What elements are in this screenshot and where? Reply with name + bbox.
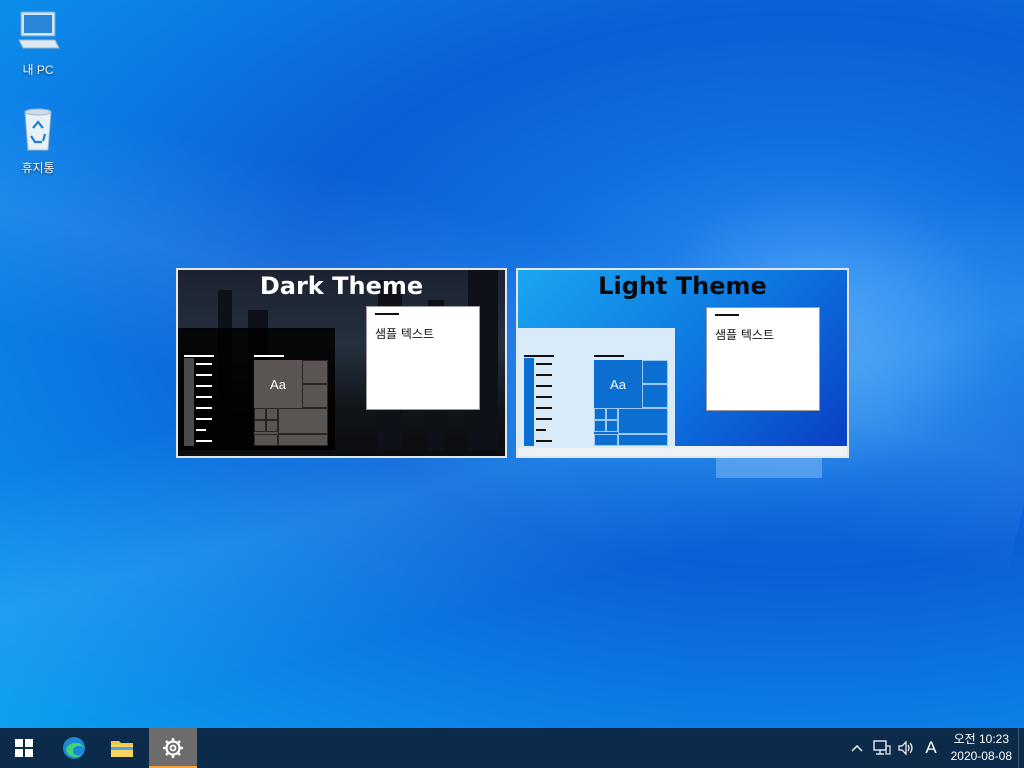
gear-icon: [163, 738, 183, 758]
chevron-up-icon[interactable]: [848, 744, 866, 752]
sample-window: 샘플 텍스트: [366, 306, 480, 410]
start-menu-mockup: Aa: [518, 328, 675, 448]
theme-title: Dark Theme: [259, 272, 424, 300]
tile-group: Aa: [254, 360, 328, 446]
taskbar: A 오전 10:23 2020-08-08: [0, 728, 1024, 768]
network-icon[interactable]: [870, 740, 894, 756]
folder-icon: [111, 741, 133, 757]
sample-text: 샘플 텍스트: [375, 327, 435, 341]
desktop-icon-this-pc[interactable]: 내 PC: [6, 8, 70, 78]
start-menu-mockup: Aa: [178, 328, 335, 450]
drag-shadow: [716, 458, 822, 478]
clock-time: 오전 10:23: [953, 732, 1010, 746]
tile-aa: Aa: [270, 376, 286, 392]
desktop-icon-label: 휴지통: [21, 161, 55, 175]
clock[interactable]: 오전 10:23 2020-08-08: [951, 731, 1012, 765]
settings-taskbar-button[interactable]: [149, 728, 197, 768]
tile-aa: Aa: [610, 376, 626, 392]
desktop: 내 PC 휴지통 Dark Theme Aa 샘플 텍스트 Light Them…: [0, 0, 1024, 728]
sample-text: 샘플 텍스트: [715, 328, 775, 342]
light-theme-preview[interactable]: Light Theme Aa 샘플 텍스트: [516, 268, 849, 458]
desktop-icon-recycle-bin[interactable]: 휴지통: [6, 106, 70, 176]
edge-taskbar-button[interactable]: [50, 728, 98, 768]
start-button[interactable]: [0, 728, 48, 768]
input-method-indicator[interactable]: A: [920, 738, 942, 758]
computer-icon: [18, 11, 60, 49]
show-desktop-button[interactable]: [1018, 728, 1024, 768]
volume-icon[interactable]: [894, 740, 918, 756]
file-explorer-taskbar-button[interactable]: [98, 728, 146, 768]
desktop-icon-label: 내 PC: [22, 63, 54, 77]
sample-window: 샘플 텍스트: [706, 307, 820, 411]
edge-icon: [63, 737, 85, 759]
dark-theme-preview[interactable]: Dark Theme Aa 샘플 텍스트: [176, 268, 507, 458]
clock-date: 2020-08-08: [950, 749, 1012, 763]
windows-logo-icon: [15, 739, 33, 757]
recycle-bin-icon: [24, 108, 52, 151]
theme-title: Light Theme: [598, 272, 767, 300]
tile-group: Aa: [594, 360, 668, 446]
system-tray: A: [848, 728, 942, 768]
